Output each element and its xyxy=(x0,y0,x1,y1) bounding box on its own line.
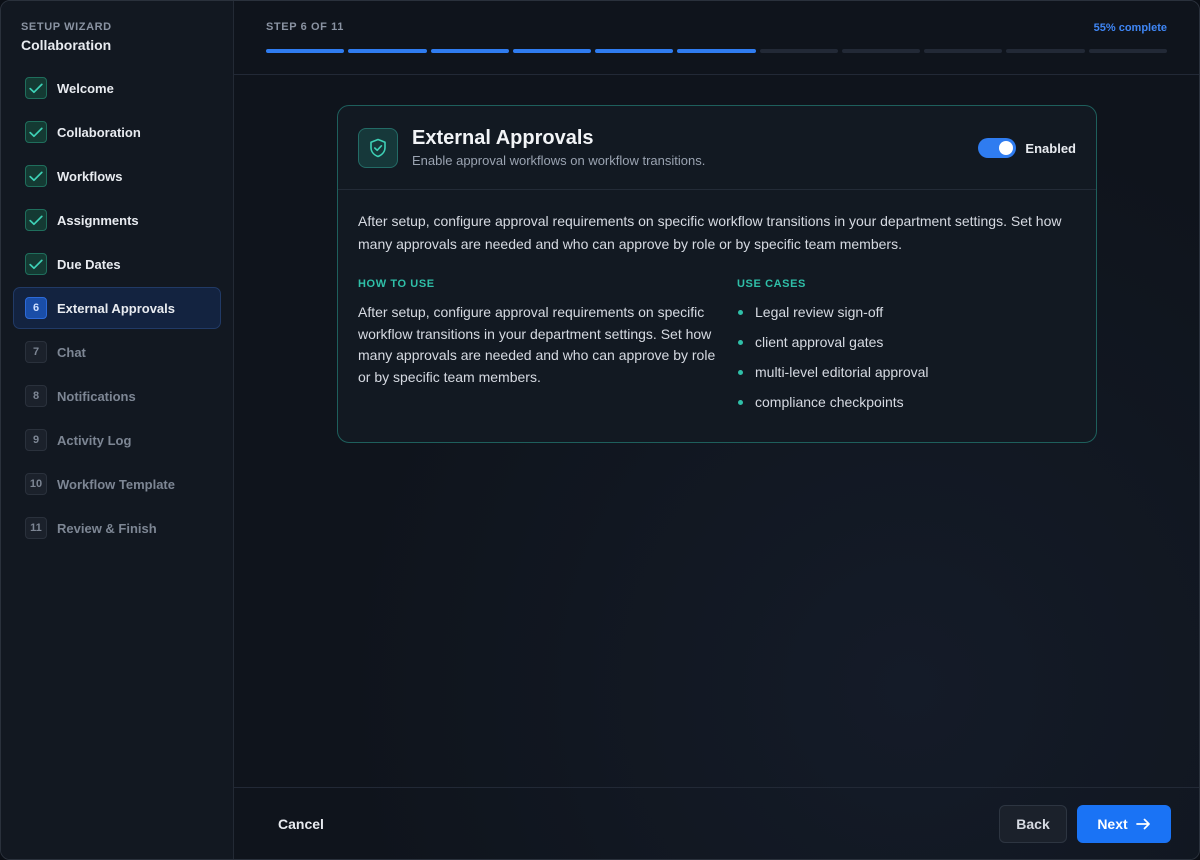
feature-subtitle: Enable approval workflows on workflow tr… xyxy=(412,153,706,168)
progress-segment xyxy=(924,49,1003,53)
progress-segment xyxy=(841,49,921,53)
progress-bar xyxy=(266,49,1167,53)
enabled-toggle[interactable]: Enabled xyxy=(978,138,1076,158)
step-number: 10 xyxy=(25,473,47,495)
use-case-text: client approval gates xyxy=(755,334,884,350)
sidebar-step-3[interactable]: Workflows xyxy=(13,155,221,197)
step-number: 8 xyxy=(25,385,47,407)
toggle-knob xyxy=(999,141,1014,155)
sidebar-step-label: Chat xyxy=(57,344,86,360)
back-button[interactable]: Back xyxy=(999,804,1067,843)
percent-complete: 55% complete xyxy=(1093,22,1167,34)
progress-segment xyxy=(348,49,427,53)
sidebar-step-2[interactable]: Collaboration xyxy=(13,111,221,153)
sidebar-step-label: Workflows xyxy=(57,168,123,184)
feature-card-header: External Approvals Enable approval workf… xyxy=(338,106,1096,190)
step-number: 6 xyxy=(25,297,47,319)
use-case-item: Legal review sign-off xyxy=(737,302,1076,332)
sidebar-title: Collaboration xyxy=(21,37,112,53)
use-cases-heading: USE CASES xyxy=(737,278,806,290)
step-number: 7 xyxy=(25,341,47,363)
progress-segment xyxy=(512,49,592,53)
progress-segment xyxy=(1088,49,1167,53)
bullet-dot-icon xyxy=(738,370,743,375)
sidebar-step-label: Activity Log xyxy=(57,432,132,448)
sidebar-step-10[interactable]: 10 Workflow Template xyxy=(13,463,221,505)
use-case-text: compliance checkpoints xyxy=(755,394,904,410)
main-panel: STEP 6 OF 11 55% complete External Appro… xyxy=(234,1,1199,859)
step-list: Welcome Collaboration Workflows Assignments… xyxy=(13,67,221,549)
setup-wizard-window: SETUP WIZARD Collaboration Welcome Collab… xyxy=(0,0,1200,860)
feature-card: External Approvals Enable approval workf… xyxy=(337,105,1097,443)
toggle-switch[interactable] xyxy=(978,138,1017,158)
sidebar-step-label: Workflow Template xyxy=(57,476,175,492)
check-icon xyxy=(25,165,47,187)
progress-segment xyxy=(1006,49,1085,53)
sidebar-step-label: Notifications xyxy=(57,388,136,404)
sidebar-kicker: SETUP WIZARD xyxy=(21,21,112,33)
sidebar-step-label: External Approvals xyxy=(57,300,176,316)
sidebar-step-label: Review & Finish xyxy=(57,520,157,536)
sidebar-step-label: Welcome xyxy=(57,80,114,96)
progress-segment xyxy=(266,49,345,53)
progress-header: STEP 6 OF 11 55% complete xyxy=(234,1,1199,75)
feature-columns: HOW TO USE After setup, configure approv… xyxy=(358,278,1076,422)
check-icon xyxy=(25,253,47,275)
sidebar-step-1[interactable]: Welcome xyxy=(13,67,221,109)
how-to-use-text: After setup, configure approval requirem… xyxy=(358,304,716,385)
cancel-button[interactable]: Cancel xyxy=(278,816,324,832)
sidebar-step-5[interactable]: Due Dates xyxy=(13,243,221,285)
bullet-dot-icon xyxy=(738,310,743,315)
use-cases-section: USE CASES Legal review sign-off client a… xyxy=(737,278,1076,422)
progress-segment xyxy=(759,49,838,53)
sidebar-step-7[interactable]: 7 Chat xyxy=(13,331,221,373)
use-case-text: multi-level editorial approval xyxy=(755,364,929,380)
next-button-label: Next xyxy=(1097,815,1128,832)
toggle-label: Enabled xyxy=(1025,140,1076,156)
feature-intro: After setup, configure approval requirem… xyxy=(358,213,1062,252)
feature-title: External Approvals xyxy=(412,127,594,149)
sidebar-step-6[interactable]: 6 External Approvals xyxy=(13,287,221,329)
sidebar-step-label: Collaboration xyxy=(57,124,141,140)
sidebar: SETUP WIZARD Collaboration Welcome Collab… xyxy=(1,1,234,859)
check-icon xyxy=(25,121,47,143)
sidebar-step-9[interactable]: 9 Activity Log xyxy=(13,419,221,461)
bullet-dot-icon xyxy=(738,340,743,345)
use-cases-list: Legal review sign-off client approval ga… xyxy=(737,302,1076,422)
next-button[interactable]: Next xyxy=(1077,804,1171,843)
arrow-right-icon xyxy=(1135,818,1150,829)
step-counter: STEP 6 OF 11 xyxy=(266,21,344,33)
shield-check-icon xyxy=(358,127,398,168)
sidebar-step-8[interactable]: 8 Notifications xyxy=(13,375,221,417)
feature-card-body: After setup, configure approval requirem… xyxy=(338,190,1096,442)
how-to-use-heading: HOW TO USE xyxy=(358,278,435,290)
bullet-dot-icon xyxy=(738,400,743,405)
check-icon xyxy=(25,77,47,99)
progress-segment xyxy=(430,49,509,53)
sidebar-step-4[interactable]: Assignments xyxy=(13,199,221,241)
use-case-item: compliance checkpoints xyxy=(737,392,1076,422)
use-case-text: Legal review sign-off xyxy=(755,304,884,320)
use-case-item: multi-level editorial approval xyxy=(737,362,1076,392)
progress-segment xyxy=(595,49,674,53)
step-number: 11 xyxy=(25,517,47,539)
progress-segment xyxy=(677,49,756,53)
use-case-item: client approval gates xyxy=(737,332,1076,362)
check-icon xyxy=(25,209,47,231)
sidebar-step-11[interactable]: 11 Review & Finish xyxy=(13,507,221,549)
step-number: 9 xyxy=(25,429,47,451)
wizard-footer: Cancel Back Next xyxy=(234,787,1199,859)
sidebar-step-label: Assignments xyxy=(57,212,139,228)
sidebar-step-label: Due Dates xyxy=(57,256,121,272)
how-to-use-section: HOW TO USE After setup, configure approv… xyxy=(358,278,737,422)
